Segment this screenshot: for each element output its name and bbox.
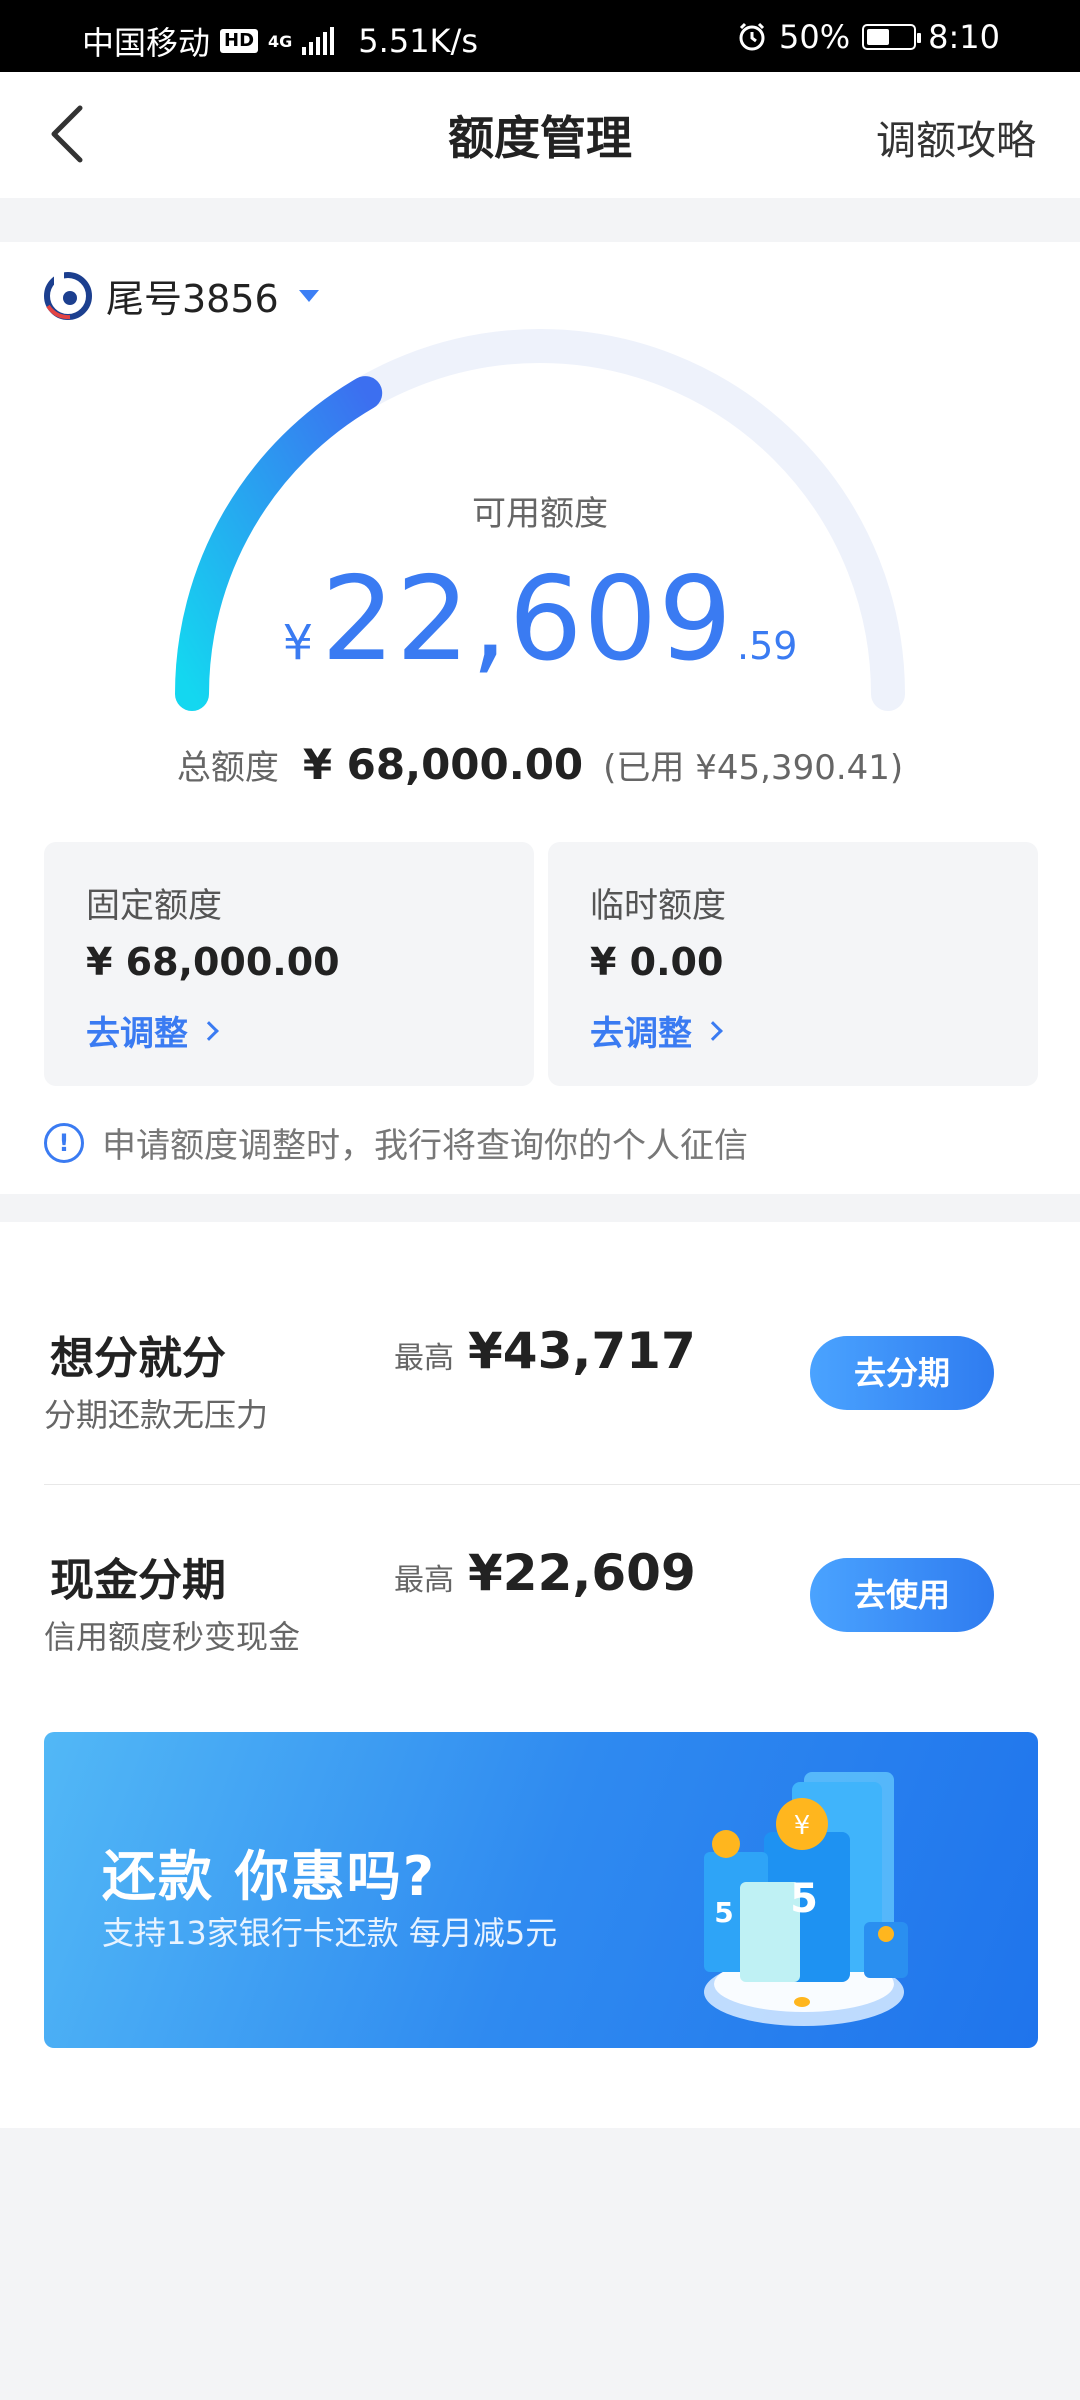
- go-use-button[interactable]: 去使用: [810, 1558, 994, 1632]
- adjust-temp-label: 去调整: [590, 1014, 692, 1054]
- currency-symbol: ¥: [282, 615, 314, 671]
- credit-limit-card: 尾号3856 可用额度 ¥22,609.59 总额度 ¥ 68,000.00 (已用…: [0, 242, 1080, 1194]
- adjust-temp-link[interactable]: 去调整: [590, 1006, 723, 1055]
- nav-bar: 额度管理 调额攻略: [0, 72, 1080, 198]
- list-item: 现金分期 信用额度秒变现金 最高 ¥22,609 去使用: [0, 1484, 1080, 1702]
- banner-subtitle: 支持13家银行卡还款 每月减5元: [102, 1914, 558, 1952]
- fixed-limit-box: 固定额度 ¥ 68,000.00 去调整: [44, 842, 534, 1086]
- available-integer: 22,609: [321, 552, 733, 687]
- installment-subtitle: 信用额度秒变现金: [44, 1618, 301, 1656]
- used-amount: (已用 ¥45,390.41): [603, 748, 904, 788]
- carrier-name: 中国移动: [82, 24, 211, 62]
- svg-text:¥: ¥: [794, 1811, 811, 1841]
- go-installment-button[interactable]: 去分期: [810, 1336, 994, 1410]
- total-limit-amount: ¥ 68,000.00: [302, 740, 584, 789]
- banner-section: 还款 你惠吗? 支持13家银行卡还款 每月减5元 ¥ 5 5: [0, 1702, 1080, 2128]
- temp-limit-box: 临时额度 ¥ 0.00 去调整: [548, 842, 1038, 1086]
- available-limit-label: 可用额度: [472, 494, 608, 534]
- available-decimal: .59: [737, 624, 798, 668]
- installment-title: 想分就分: [50, 1333, 226, 1384]
- adjust-guide-link[interactable]: 调额攻略: [876, 108, 1036, 166]
- battery-percent: 50%: [779, 18, 851, 56]
- max-amount: ¥43,717: [468, 1322, 696, 1380]
- max-label: 最高: [394, 1341, 454, 1376]
- status-bar: 中国移动 HD 4G 5.51K/s 50% 8:10: [0, 0, 1080, 72]
- svg-text:5: 5: [714, 1896, 733, 1929]
- chevron-right-icon: [199, 1020, 219, 1041]
- installment-max: 最高 ¥43,717: [394, 1322, 696, 1380]
- notice-text: 申请额度调整时，我行将查询你的个人征信: [102, 1126, 748, 1166]
- temp-limit-amount: ¥ 0.00: [590, 940, 724, 984]
- net-speed: 5.51K/s: [358, 22, 478, 60]
- signal-icon: [302, 27, 335, 55]
- adjust-fixed-label: 去调整: [86, 1014, 188, 1054]
- svg-text:5: 5: [790, 1876, 818, 1922]
- info-icon: !: [44, 1122, 84, 1163]
- temp-limit-title: 临时额度: [590, 886, 726, 926]
- total-limit-line: 总额度 ¥ 68,000.00 (已用 ¥45,390.41): [0, 740, 1080, 789]
- max-amount: ¥22,609: [468, 1544, 696, 1602]
- max-label: 最高: [394, 1563, 454, 1598]
- installment-max: 最高 ¥22,609: [394, 1544, 696, 1602]
- installment-subtitle: 分期还款无压力: [44, 1396, 269, 1434]
- clock: 8:10: [928, 18, 1000, 56]
- hd-icon: HD: [220, 29, 259, 53]
- status-left: 中国移动 HD 4G 5.51K/s: [82, 18, 478, 64]
- installment-section: 想分就分 分期还款无压力 最高 ¥43,717 去分期 现金分期 信用额度秒变现…: [0, 1222, 1080, 1702]
- chevron-right-icon: [703, 1020, 723, 1041]
- alarm-icon: [739, 22, 765, 51]
- adjust-fixed-link[interactable]: 去调整: [86, 1006, 219, 1055]
- status-right: 50% 8:10: [737, 18, 1000, 56]
- battery-icon: [862, 24, 922, 50]
- fixed-limit-title: 固定额度: [86, 886, 222, 926]
- available-limit-amount: ¥22,609.59: [0, 552, 1080, 687]
- network-type: 4G: [268, 31, 293, 51]
- fixed-limit-amount: ¥ 68,000.00: [86, 940, 340, 984]
- promo-banner[interactable]: 还款 你惠吗? 支持13家银行卡还款 每月减5元 ¥ 5 5: [44, 1732, 1038, 2048]
- banner-title: 还款 你惠吗?: [102, 1845, 437, 1908]
- installment-title: 现金分期: [50, 1555, 226, 1606]
- coupon-illustration-icon: ¥ 5 5: [704, 1772, 908, 2026]
- list-item: 想分就分 分期还款无压力 最高 ¥43,717 去分期: [0, 1222, 1080, 1440]
- credit-check-notice: ! 申请额度调整时，我行将查询你的个人征信: [44, 1118, 748, 1167]
- total-limit-label: 总额度: [176, 748, 279, 788]
